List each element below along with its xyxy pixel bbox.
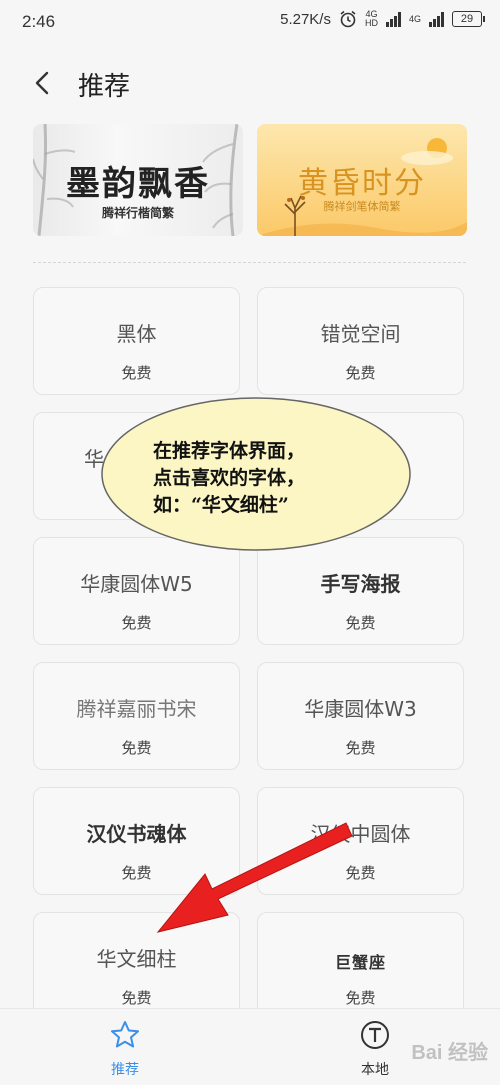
signal-icon-2 (429, 11, 444, 27)
font-card-juxie[interactable]: 巨蟹座 免费 (257, 912, 464, 1020)
font-name: 手写海报 (320, 572, 401, 596)
font-price: 免费 (345, 739, 376, 757)
page-title: 推荐 (78, 72, 131, 102)
tab-recommend[interactable]: 推荐 (65, 1009, 185, 1085)
text-font-icon (361, 1021, 389, 1049)
font-card-heiti[interactable]: 黑体 免费 (33, 287, 240, 395)
font-name: 巨蟹座 (334, 953, 386, 972)
font-name: 腾祥嘉丽书宋 (76, 697, 197, 721)
font-price: 免费 (121, 614, 152, 632)
font-card-tengxiang[interactable]: 腾祥嘉丽书宋 免费 (33, 662, 240, 770)
font-name: 华康圆体W5 (80, 572, 193, 596)
font-card-hanyi-zhongyuan[interactable]: 汉仪中圆体 免费 (257, 787, 464, 895)
font-price: 免费 (345, 364, 376, 382)
font-name: 华文细柱 (96, 947, 177, 971)
font-price: 免费 (121, 989, 152, 1007)
font-card-hanyi-shuhun[interactable]: 汉仪书魂体 免费 (33, 787, 240, 895)
callout-line-1: 在推荐字体界面， (153, 440, 306, 462)
font-price: 免费 (345, 614, 376, 632)
tab-recommend-label: 推荐 (111, 1062, 139, 1078)
battery-icon: 29 (452, 11, 485, 27)
status-bar: 2:46 5.27K/s 4G HD 4G 29 (0, 0, 500, 44)
banner-2-title: 黄昏时分 (298, 166, 426, 201)
callout-text: 在推荐字体界面， 点击喜欢的字体， 如：“华文细柱” (153, 438, 305, 519)
divider (33, 262, 466, 263)
callout-line-2: 点击喜欢的字体， (153, 467, 306, 489)
banner-moyun[interactable]: 墨韵飘香 腾祥行楷简繁 (33, 124, 243, 236)
font-price: 免费 (345, 989, 376, 1007)
banner-2-subtitle: 腾祥剑笔体简繁 (323, 200, 401, 213)
font-price: 免费 (121, 739, 152, 757)
font-price: 免费 (121, 364, 152, 382)
alarm-icon (340, 10, 356, 28)
font-name: 汉仪书魂体 (86, 822, 187, 846)
network-speed: 5.27K/s (280, 10, 331, 28)
font-name: 汉仪中圆体 (310, 822, 411, 846)
font-name: 黑体 (116, 322, 157, 346)
watermark: Bai 经验 (411, 1042, 488, 1064)
banner-huanghun[interactable]: 黄昏时分 腾祥剑笔体简繁 (257, 124, 467, 236)
font-card-cuojue[interactable]: 错觉空间 免费 (257, 287, 464, 395)
font-name: 华康圆体W3 (304, 697, 417, 721)
signal-icon (385, 11, 401, 27)
font-name: 错觉空间 (320, 322, 401, 346)
header: 推荐 (0, 56, 500, 112)
font-card-huawen-xizhu[interactable]: 华文细柱 免费 (33, 912, 240, 1020)
star-icon (111, 1021, 139, 1048)
status-icons: 5.27K/s 4G HD 4G 29 (280, 9, 485, 28)
status-time: 2:46 (22, 12, 56, 31)
banner-1-subtitle: 腾祥行楷简繁 (101, 206, 174, 220)
net-tag-1: 4G HD (364, 9, 378, 28)
font-price: 免费 (121, 864, 152, 882)
net-tag-2: 4G (408, 13, 421, 24)
back-icon[interactable] (28, 68, 58, 98)
font-price: 免费 (345, 864, 376, 882)
font-card-huakang-w3[interactable]: 华康圆体W3 免费 (257, 662, 464, 770)
banner-1-title: 墨韵飘香 (66, 164, 210, 204)
callout-line-3: 如：“华文细柱” (153, 494, 289, 516)
